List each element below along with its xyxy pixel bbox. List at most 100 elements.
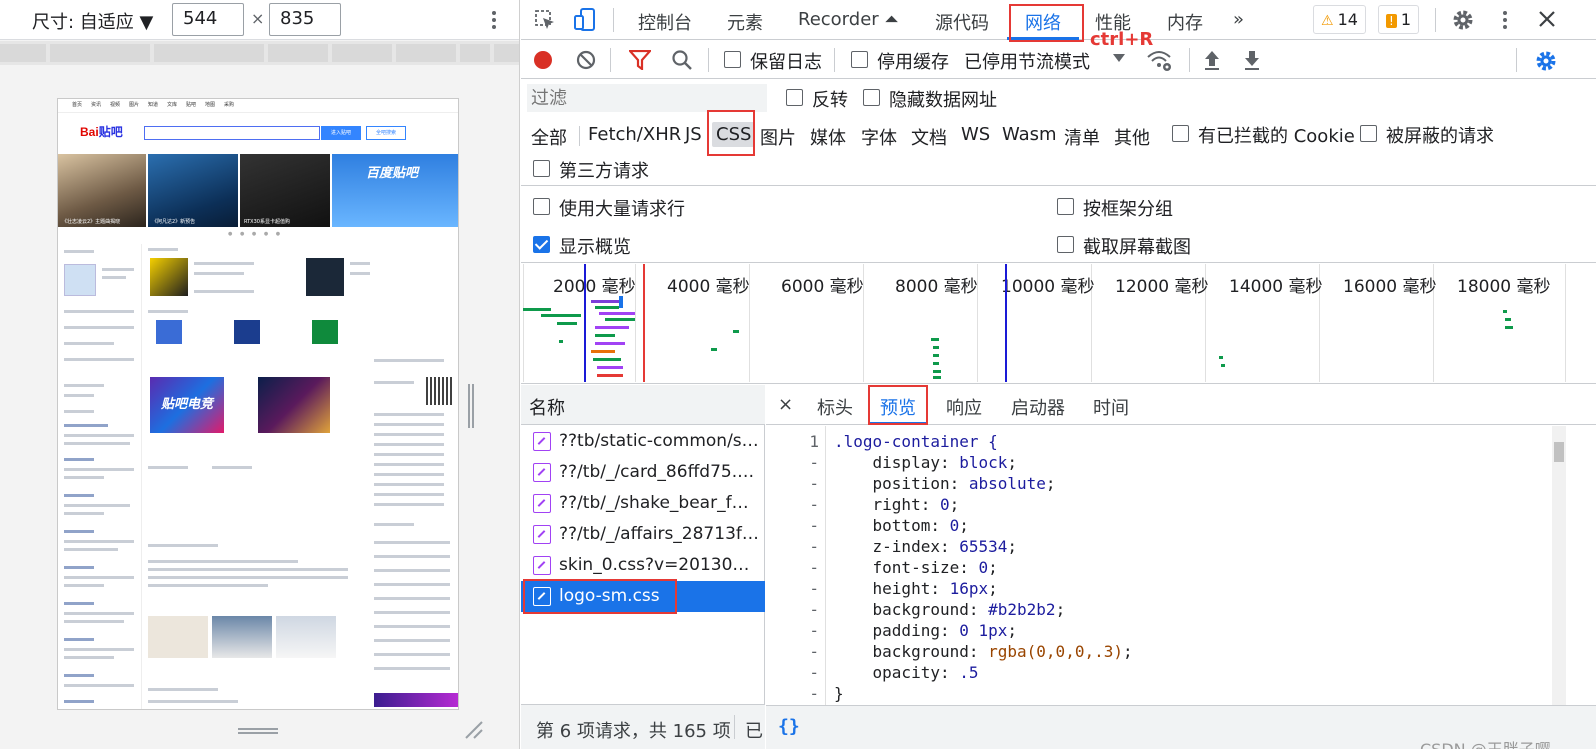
invert-checkbox[interactable] (786, 89, 803, 106)
group-by-frame-checkbox[interactable] (1057, 198, 1074, 215)
nav-link[interactable]: 文库 (167, 101, 177, 108)
network-conditions-icon[interactable] (1146, 48, 1172, 72)
filter-input[interactable] (527, 84, 767, 112)
filter-icon[interactable] (629, 50, 651, 70)
tab-sources[interactable]: 源代码 (935, 9, 989, 35)
tab-initiator[interactable]: 启动器 (1011, 394, 1065, 420)
css-preview-code[interactable]: 1 - - - - - - - - - - - - .logo-containe… (766, 426, 1596, 705)
nav-link[interactable]: 资讯 (91, 101, 101, 108)
type-filter-media[interactable]: 媒体 (806, 122, 850, 152)
esports-banner[interactable]: 贴吧电竞 (150, 377, 224, 433)
tab-elements[interactable]: 元素 (727, 9, 763, 35)
device-width-input[interactable]: 544 (172, 3, 244, 36)
stylesheet-file-icon (533, 525, 551, 544)
large-rows-label: 使用大量请求行 (559, 199, 685, 220)
name-column-header[interactable]: 名称 (521, 385, 765, 425)
resize-handle-right[interactable] (467, 384, 475, 428)
type-filter-other[interactable]: 其他 (1110, 122, 1154, 152)
pretty-print-icon[interactable]: {} (778, 716, 800, 737)
blocked-requests-checkbox[interactable] (1360, 125, 1377, 142)
tieba-search-input[interactable] (144, 126, 320, 140)
warnings-badge[interactable]: ⚠ 14 (1313, 5, 1366, 34)
device-height-input[interactable]: 835 (269, 3, 341, 36)
type-filter-all[interactable]: 全部 (527, 122, 571, 152)
entertainment-banner[interactable] (258, 377, 330, 433)
inspect-element-icon[interactable] (534, 9, 556, 31)
network-settings-icon[interactable] (1534, 49, 1558, 73)
tab-memory[interactable]: 内存 (1167, 9, 1203, 35)
more-tabs-chevron[interactable]: » (1233, 9, 1244, 30)
close-devtools-icon[interactable] (1537, 9, 1557, 29)
request-row[interactable]: ??/tb/_/affairs_28713fe.... (521, 519, 765, 550)
capture-screenshots-checkbox[interactable] (1057, 236, 1074, 253)
nav-link[interactable]: 知道 (148, 101, 158, 108)
request-row-selected[interactable]: logo-sm.css (521, 581, 765, 612)
type-filter-manifest[interactable]: 清单 (1060, 122, 1104, 152)
timeline-tick-label: 10000 毫秒 (1001, 277, 1095, 297)
tab-network[interactable]: 网络 (1025, 9, 1061, 35)
type-filter-doc[interactable]: 文档 (907, 122, 951, 152)
tab-preview[interactable]: 预览 (880, 394, 916, 420)
record-icon[interactable] (533, 50, 553, 70)
large-rows-checkbox[interactable] (533, 198, 550, 215)
type-filter-wasm[interactable]: Wasm (998, 122, 1061, 147)
blocked-cookies-checkbox[interactable] (1172, 125, 1189, 142)
tab-console[interactable]: 控制台 (638, 9, 692, 35)
type-filter-js[interactable]: JS (681, 122, 706, 147)
user-avatar[interactable] (64, 264, 96, 296)
device-toolbar-icon[interactable] (573, 7, 597, 33)
tab-recorder[interactable]: Recorder ⏶ (798, 9, 899, 30)
close-detail-icon[interactable]: × (778, 394, 793, 415)
enter-tieba-button[interactable]: 进入贴吧 (321, 126, 361, 140)
issues-badge[interactable]: ! 1 (1378, 5, 1419, 34)
show-overview-checkbox[interactable] (533, 236, 550, 253)
clear-icon[interactable] (576, 50, 596, 70)
banner-slide[interactable]: 百度贴吧 (332, 154, 458, 227)
nav-link[interactable]: 采购 (224, 101, 234, 108)
banner-slide[interactable]: RTX30系显卡超值购 (240, 154, 330, 227)
nav-link[interactable]: 地图 (205, 101, 215, 108)
resize-handle-bottom[interactable] (238, 727, 278, 735)
hide-data-urls-checkbox[interactable] (863, 89, 880, 106)
tab-headers[interactable]: 标头 (817, 394, 853, 420)
nav-link[interactable]: 图片 (129, 101, 139, 108)
code-scrollbar[interactable] (1552, 426, 1566, 705)
tab-response[interactable]: 响应 (946, 394, 982, 420)
banner-slide[interactable]: 《阿凡达2》新预告 (148, 154, 238, 227)
type-filter-img[interactable]: 图片 (756, 122, 800, 152)
emulated-page-viewport[interactable]: 首页 资讯 视频 图片 知道 文库 贴吧 地图 采购 Bai贴吧 进入贴吧 全吧… (57, 98, 459, 710)
device-size-dropdown[interactable]: 尺寸: 自适应 ▼ (32, 8, 153, 34)
nav-link[interactable]: 首页 (72, 101, 82, 108)
type-filter-ws[interactable]: WS (957, 122, 994, 147)
media-query-ruler[interactable] (0, 41, 519, 65)
more-options-icon[interactable] (484, 8, 504, 32)
capture-screenshots-label: 截取屏幕截图 (1083, 237, 1191, 258)
request-row[interactable]: skin_0.css?v=20130803 (521, 550, 765, 581)
nav-link[interactable]: 视频 (110, 101, 120, 108)
export-har-icon[interactable] (1242, 49, 1262, 71)
disable-cache-checkbox[interactable] (851, 51, 868, 68)
request-row[interactable]: ??/tb/_/shake_bear_f57... (521, 488, 765, 519)
type-filter-css[interactable]: CSS (712, 122, 756, 147)
search-all-button[interactable]: 全吧搜索 (366, 126, 406, 140)
banner-slide[interactable]: 《壮志凌云2》主题曲揭晓 (58, 154, 146, 227)
tab-timing[interactable]: 时间 (1093, 394, 1129, 420)
type-filter-font[interactable]: 字体 (857, 122, 901, 152)
customize-menu-icon[interactable] (1495, 8, 1515, 32)
import-har-icon[interactable] (1202, 49, 1222, 71)
request-row[interactable]: ??tb/static-common/sty... (521, 426, 765, 457)
third-party-checkbox[interactable] (533, 160, 550, 177)
throttling-select[interactable]: 已停用节流模式 (964, 48, 1090, 74)
request-row[interactable]: ??/tb/_/card_86ffd75.cs... (521, 457, 765, 488)
network-overview-timeline[interactable]: 2000 毫秒 4000 毫秒 6000 毫秒 8000 毫秒 10000 毫秒… (521, 264, 1596, 384)
type-filter-fetch-xhr[interactable]: Fetch/XHR (584, 122, 685, 147)
resize-handle-corner[interactable] (462, 718, 484, 740)
tieba-logo[interactable]: Bai贴吧 (80, 123, 123, 140)
preserve-log-checkbox[interactable] (724, 51, 741, 68)
search-icon[interactable] (671, 49, 693, 71)
carousel-dots[interactable]: ● ● ● ● ● (228, 231, 283, 237)
nav-link[interactable]: 贴吧 (186, 101, 196, 108)
css-declaration: display: block; (872, 453, 1018, 472)
settings-gear-icon[interactable] (1451, 8, 1475, 32)
chevron-down-icon[interactable] (1113, 54, 1125, 64)
